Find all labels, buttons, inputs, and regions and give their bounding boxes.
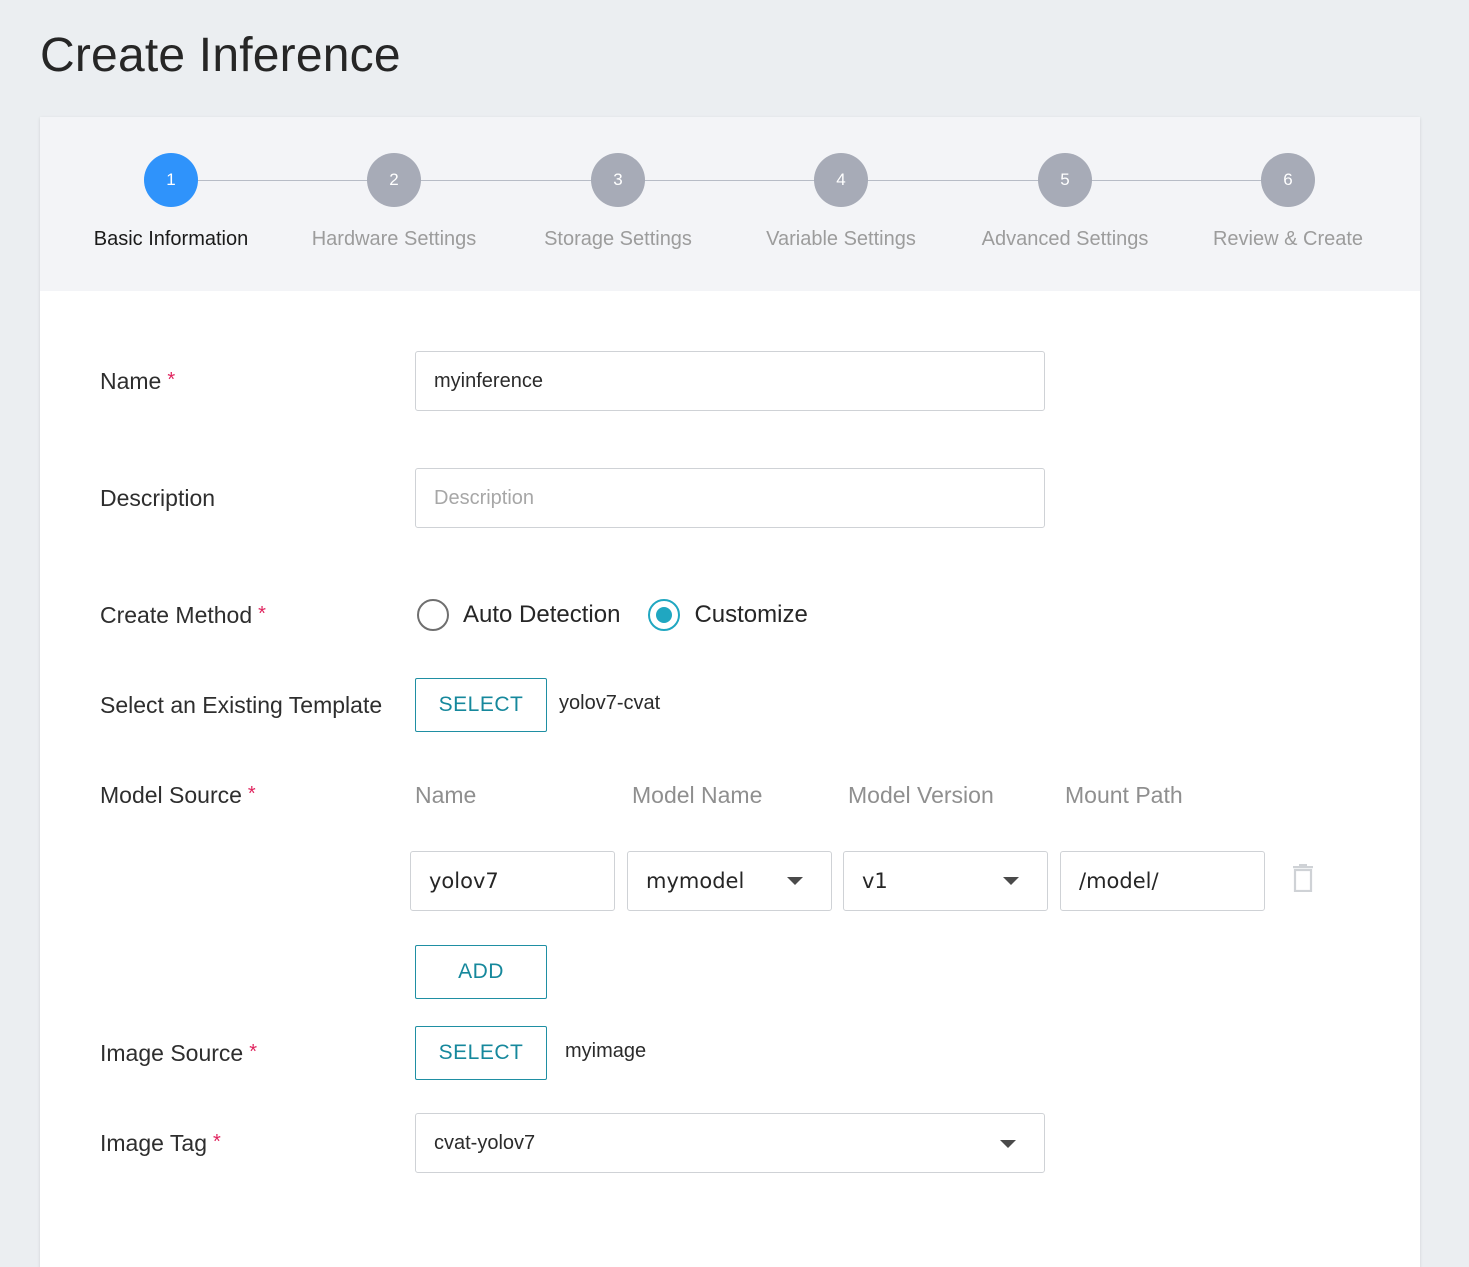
step-number-badge: 3 — [591, 153, 645, 207]
image-tag-select[interactable]: cvat-yolov7 — [415, 1113, 1045, 1173]
step-hardware-settings[interactable]: 2 Hardware Settings — [282, 153, 506, 251]
step-label: Review & Create — [1212, 228, 1364, 250]
step-variable-settings[interactable]: 4 Variable Settings — [729, 153, 953, 251]
select-template-button[interactable]: SELECT — [415, 678, 547, 732]
required-marker: * — [167, 369, 176, 391]
radio-label: Auto Detection — [463, 601, 621, 628]
model-source-label: Model Source * — [100, 782, 256, 808]
step-number-badge: 5 — [1038, 153, 1092, 207]
column-header-name: Name — [415, 782, 477, 808]
radio-checked-icon[interactable] — [648, 599, 681, 631]
step-label: Hardware Settings — [311, 228, 477, 250]
image-tag-value: cvat-yolov7 — [434, 1132, 536, 1154]
step-advanced-settings[interactable]: 5 Advanced Settings — [953, 153, 1177, 251]
page-title: Create Inference — [40, 29, 401, 82]
form-card: 1 Basic Information 2 Hardware Settings … — [40, 117, 1420, 1267]
create-method-radio-group: Auto Detection Customize — [417, 598, 808, 632]
chevron-down-icon — [787, 877, 803, 885]
column-header-model-version: Model Version — [848, 782, 994, 808]
mount-path-input[interactable] — [1060, 851, 1265, 911]
description-input[interactable] — [415, 468, 1045, 528]
description-label: Description — [100, 485, 216, 511]
step-number-badge: 2 — [367, 153, 421, 207]
step-label: Basic Information — [93, 228, 249, 250]
stepper: 1 Basic Information 2 Hardware Settings … — [40, 117, 1420, 291]
radio-unchecked-icon[interactable] — [417, 599, 449, 631]
selected-template-value: yolov7-cvat — [559, 692, 661, 714]
model-source-name-input[interactable] — [410, 851, 615, 911]
step-label: Advanced Settings — [981, 228, 1149, 250]
model-version-value: v1 — [862, 869, 888, 893]
chevron-down-icon — [1003, 877, 1019, 885]
selected-image-value: myimage — [565, 1040, 647, 1062]
select-image-button[interactable]: SELECT — [415, 1026, 547, 1080]
model-name-value: mymodel — [646, 869, 745, 893]
chevron-down-icon — [1000, 1140, 1016, 1148]
required-marker: * — [249, 1041, 257, 1063]
trash-icon[interactable] — [1293, 864, 1313, 892]
step-number-badge: 4 — [814, 153, 868, 207]
step-number-badge: 1 — [144, 153, 198, 207]
step-basic-information[interactable]: 1 Basic Information — [59, 153, 283, 251]
step-label: Storage Settings — [544, 228, 692, 250]
step-label: Variable Settings — [766, 228, 916, 250]
image-source-label: Image Source * — [100, 1040, 257, 1066]
radio-label: Customize — [694, 601, 808, 628]
create-method-label: Create Method * — [100, 602, 266, 628]
name-input[interactable] — [415, 351, 1045, 411]
column-header-mount-path: Mount Path — [1065, 782, 1183, 808]
image-tag-label: Image Tag * — [100, 1130, 221, 1156]
model-name-select[interactable]: mymodel — [627, 851, 832, 911]
model-version-select[interactable]: v1 — [843, 851, 1048, 911]
template-label: Select an Existing Template — [100, 692, 383, 718]
radio-customize[interactable]: Customize — [648, 599, 808, 631]
required-marker: * — [247, 783, 256, 805]
step-storage-settings[interactable]: 3 Storage Settings — [506, 153, 730, 251]
radio-auto-detection[interactable]: Auto Detection — [417, 599, 620, 631]
step-review-create[interactable]: 6 Review & Create — [1176, 153, 1400, 251]
step-number-badge: 6 — [1261, 153, 1315, 207]
name-label: Name * — [100, 368, 176, 394]
required-marker: * — [258, 603, 266, 625]
column-header-model-name: Model Name — [632, 782, 763, 808]
required-marker: * — [212, 1131, 221, 1153]
add-model-source-button[interactable]: ADD — [415, 945, 547, 999]
